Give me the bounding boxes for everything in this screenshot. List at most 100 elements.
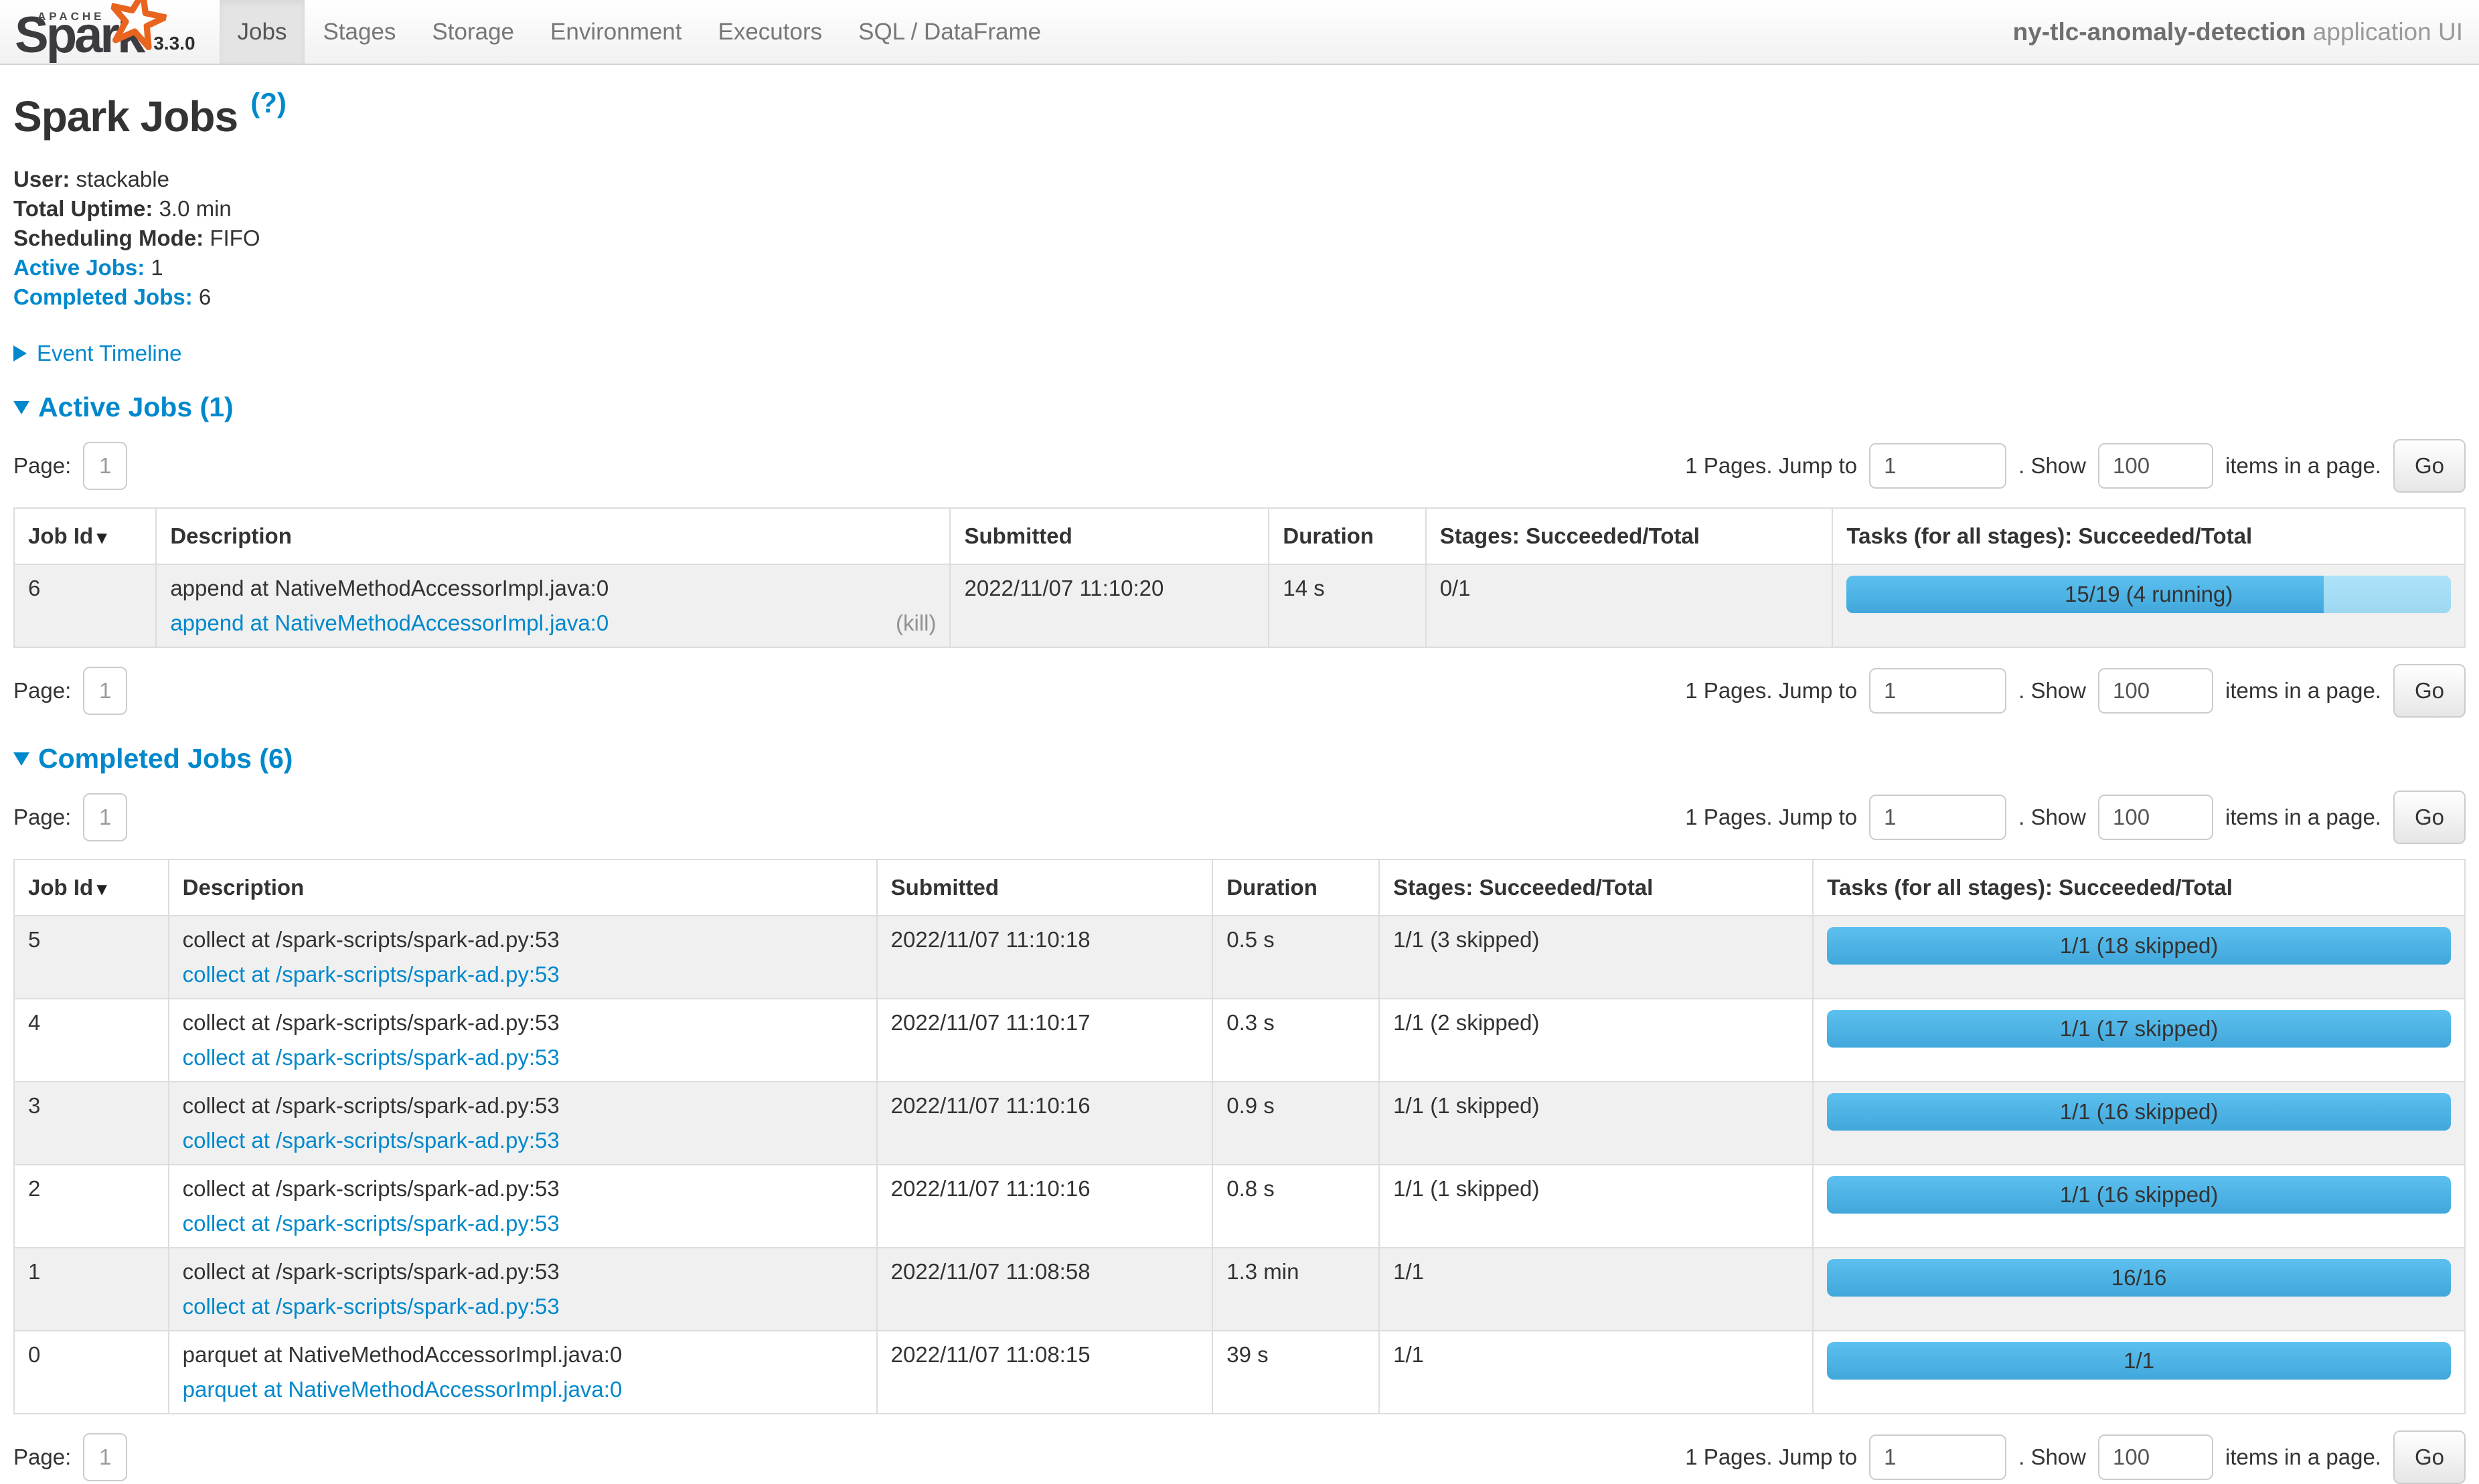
items-suffix-label: items in a page.: [2225, 805, 2381, 830]
items-per-page-input[interactable]: [2098, 668, 2213, 714]
job-description-cell: collect at /spark-scripts/spark-ad.py:53…: [169, 916, 877, 999]
event-timeline-label: Event Timeline: [37, 341, 181, 366]
job-id-cell: 5: [14, 916, 169, 999]
header-stages[interactable]: Stages: Succeeded/Total: [1426, 508, 1833, 564]
job-description-text: collect at /spark-scripts/spark-ad.py:53: [183, 1093, 863, 1119]
job-stages-cell: 1/1 (1 skipped): [1379, 1082, 1813, 1165]
page-number-button[interactable]: 1: [83, 1433, 127, 1481]
header-submitted[interactable]: Submitted: [950, 508, 1269, 564]
completed-jobs-table-header-row: Job Id▾ Description Submitted Duration S…: [14, 859, 2465, 916]
go-button[interactable]: Go: [2393, 791, 2466, 844]
job-description-text: parquet at NativeMethodAccessorImpl.java…: [183, 1342, 863, 1368]
user-label: User:: [13, 167, 70, 191]
header-tasks[interactable]: Tasks (for all stages): Succeeded/Total: [1832, 508, 2465, 564]
header-job-id[interactable]: Job Id▾: [14, 859, 169, 916]
job-description-cell: collect at /spark-scripts/spark-ad.py:53…: [169, 1165, 877, 1248]
top-navbar: APACHE Spark 3.3.0 JobsStagesStorageEnvi…: [0, 0, 2479, 65]
job-description-link[interactable]: collect at /spark-scripts/spark-ad.py:53: [183, 1045, 560, 1070]
active-jobs-section-toggle[interactable]: Active Jobs (1): [13, 392, 2466, 423]
jump-to-page-input[interactable]: [1869, 795, 2006, 840]
page-label: Page:: [13, 805, 71, 830]
sort-desc-icon: ▾: [97, 878, 106, 899]
event-timeline-toggle[interactable]: Event Timeline: [13, 341, 2466, 366]
progress-label: 15/19 (4 running): [1846, 576, 2451, 613]
go-button[interactable]: Go: [2393, 664, 2466, 718]
completed-jobs-link[interactable]: Completed Jobs:: [13, 284, 193, 309]
pages-info: 1 Pages. Jump to: [1685, 1445, 1857, 1470]
job-duration-cell: 14 s: [1269, 564, 1425, 647]
job-tasks-cell: 1/1 (16 skipped): [1813, 1165, 2465, 1248]
tab-executors[interactable]: Executors: [700, 0, 841, 64]
active-job-row: 6 append at NativeMethodAccessorImpl.jav…: [14, 564, 2465, 647]
page-number-button[interactable]: 1: [83, 442, 127, 490]
completed-job-row: 5 collect at /spark-scripts/spark-ad.py:…: [14, 916, 2465, 999]
header-tasks[interactable]: Tasks (for all stages): Succeeded/Total: [1813, 859, 2465, 916]
header-duration[interactable]: Duration: [1212, 859, 1379, 916]
job-id-cell: 2: [14, 1165, 169, 1248]
header-stages[interactable]: Stages: Succeeded/Total: [1379, 859, 1813, 916]
summary-uptime: Total Uptime: 3.0 min: [13, 195, 2466, 223]
tasks-progress-bar: 16/16: [1827, 1259, 2451, 1297]
job-summary-list: User: stackable Total Uptime: 3.0 min Sc…: [13, 165, 2466, 311]
pagination-active-top: Page: 1 1 Pages. Jump to . Show items in…: [13, 439, 2466, 493]
completed-job-row: 3 collect at /spark-scripts/spark-ad.py:…: [14, 1082, 2465, 1165]
tasks-progress-bar: 1/1: [1827, 1342, 2451, 1380]
jump-to-page-input[interactable]: [1869, 668, 2006, 714]
tab-sql-dataframe[interactable]: SQL / DataFrame: [840, 0, 1059, 64]
job-tasks-cell: 1/1 (17 skipped): [1813, 999, 2465, 1082]
job-tasks-cell: 1/1 (16 skipped): [1813, 1082, 2465, 1165]
job-stages-cell: 1/1: [1379, 1248, 1813, 1331]
job-description-link[interactable]: append at NativeMethodAccessorImpl.java:…: [170, 610, 609, 636]
header-description[interactable]: Description: [169, 859, 877, 916]
items-per-page-input[interactable]: [2098, 443, 2213, 489]
expand-arrow-icon: [13, 345, 27, 361]
completed-jobs-section-toggle[interactable]: Completed Jobs (6): [13, 743, 2466, 774]
active-jobs-table-header-row: Job Id▾ Description Submitted Duration S…: [14, 508, 2465, 564]
header-submitted[interactable]: Submitted: [877, 859, 1213, 916]
help-link[interactable]: (?): [250, 87, 287, 118]
tasks-progress-bar: 1/1 (16 skipped): [1827, 1176, 2451, 1214]
job-description-link[interactable]: collect at /spark-scripts/spark-ad.py:53: [183, 1211, 560, 1236]
jump-to-page-input[interactable]: [1869, 443, 2006, 489]
show-label: . Show: [2018, 678, 2086, 704]
completed-jobs-count: 6: [199, 284, 211, 309]
pages-info: 1 Pages. Jump to: [1685, 805, 1857, 830]
page-number-button[interactable]: 1: [83, 793, 127, 841]
tab-storage[interactable]: Storage: [414, 0, 532, 64]
job-description-text: collect at /spark-scripts/spark-ad.py:53: [183, 1010, 863, 1036]
job-description-link[interactable]: collect at /spark-scripts/spark-ad.py:53: [183, 1128, 560, 1153]
job-id-cell: 0: [14, 1331, 169, 1414]
active-jobs-link[interactable]: Active Jobs:: [13, 255, 145, 280]
header-duration[interactable]: Duration: [1269, 508, 1425, 564]
tasks-progress-bar: 15/19 (4 running): [1846, 576, 2451, 613]
header-description[interactable]: Description: [156, 508, 950, 564]
job-description-link[interactable]: parquet at NativeMethodAccessorImpl.java…: [183, 1377, 623, 1402]
page-label: Page:: [13, 1445, 71, 1470]
job-submitted-cell: 2022/11/07 11:08:15: [877, 1331, 1213, 1414]
page-number-button[interactable]: 1: [83, 667, 127, 715]
completed-jobs-table: Job Id▾ Description Submitted Duration S…: [13, 859, 2466, 1414]
go-button[interactable]: Go: [2393, 439, 2466, 493]
tab-stages[interactable]: Stages: [305, 0, 414, 64]
job-description-cell: append at NativeMethodAccessorImpl.java:…: [156, 564, 950, 647]
uptime-label: Total Uptime:: [13, 196, 153, 221]
tab-environment[interactable]: Environment: [532, 0, 700, 64]
items-per-page-input[interactable]: [2098, 795, 2213, 840]
kill-job-link[interactable]: (kill): [896, 610, 936, 636]
spark-logo[interactable]: APACHE Spark 3.3.0: [0, 0, 208, 64]
job-submitted-cell: 2022/11/07 11:10:16: [877, 1165, 1213, 1248]
tab-jobs[interactable]: Jobs: [220, 0, 305, 64]
tasks-progress-bar: 1/1 (17 skipped): [1827, 1010, 2451, 1048]
active-jobs-heading: Active Jobs (1): [38, 392, 234, 423]
items-per-page-input[interactable]: [2098, 1434, 2213, 1480]
job-description-cell: collect at /spark-scripts/spark-ad.py:53…: [169, 1082, 877, 1165]
collapse-arrow-icon: [13, 752, 29, 766]
go-button[interactable]: Go: [2393, 1430, 2466, 1484]
progress-label: 1/1: [1827, 1342, 2451, 1380]
job-description-link[interactable]: collect at /spark-scripts/spark-ad.py:53: [183, 962, 560, 987]
apache-wordmark: APACHE: [37, 10, 105, 23]
jump-to-page-input[interactable]: [1869, 1434, 2006, 1480]
header-job-id[interactable]: Job Id▾: [14, 508, 156, 564]
summary-active-jobs: Active Jobs: 1: [13, 254, 2466, 282]
items-suffix-label: items in a page.: [2225, 453, 2381, 479]
